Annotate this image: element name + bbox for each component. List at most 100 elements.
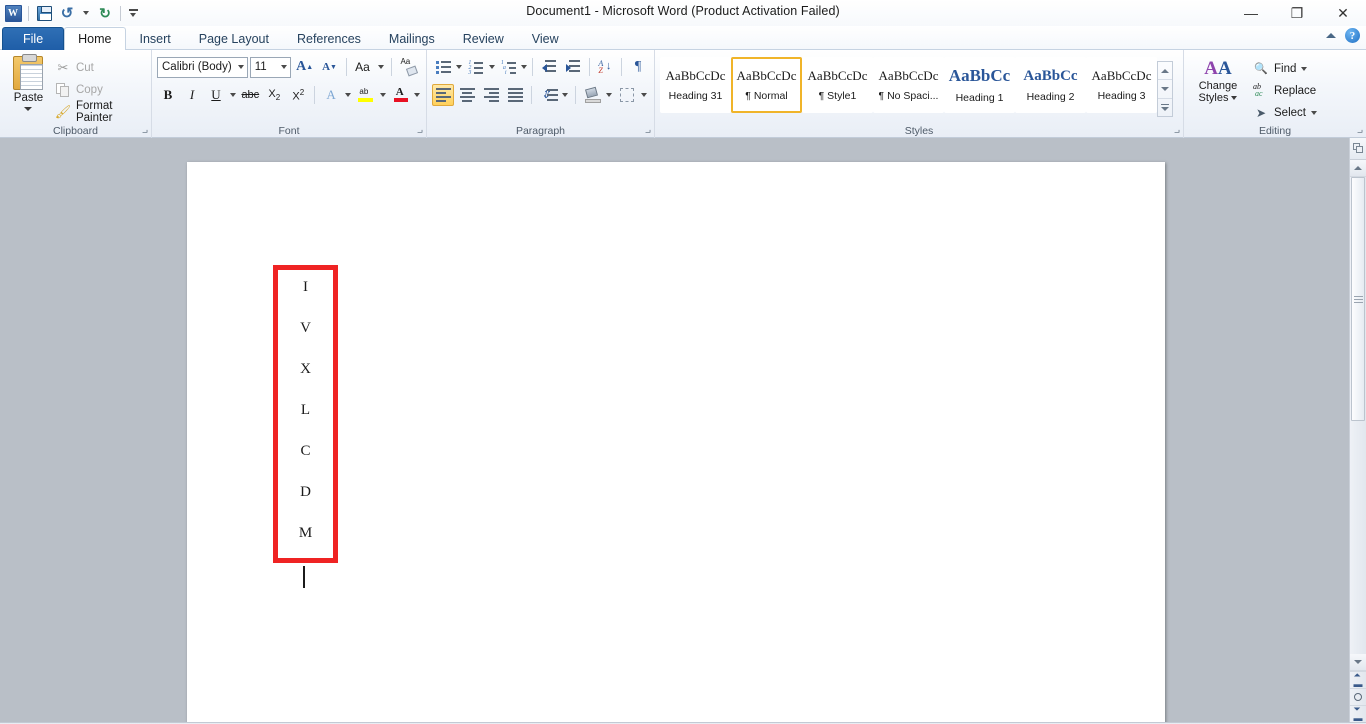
strikethrough-button[interactable]: abc [239, 84, 261, 106]
restore-button[interactable]: ❐ [1274, 0, 1320, 26]
align-left-button[interactable] [432, 84, 454, 106]
style-item-heading31[interactable]: AaBbCcDc Heading 31 [660, 57, 731, 113]
shrink-font-button[interactable]: A▼ [319, 56, 341, 78]
borders-dropdown[interactable] [640, 84, 649, 106]
text-effects-dropdown[interactable] [344, 84, 352, 106]
highlight-color-button[interactable]: ab [354, 84, 376, 106]
chevron-down-icon[interactable] [1311, 111, 1317, 115]
style-item-heading3[interactable]: AaBbCcDc Heading 3 [1086, 57, 1157, 113]
multilevel-list-dropdown[interactable] [521, 56, 527, 78]
shading-button[interactable] [581, 84, 603, 106]
tab-references[interactable]: References [283, 27, 375, 50]
numbering-dropdown[interactable] [488, 56, 494, 78]
show-formatting-marks-button[interactable]: ¶ [627, 56, 649, 78]
tab-home[interactable]: Home [64, 27, 125, 50]
style-item-heading2[interactable]: AaBbCc Heading 2 [1015, 57, 1086, 113]
tab-page-layout[interactable]: Page Layout [185, 27, 283, 50]
help-icon[interactable]: ? [1345, 28, 1360, 43]
previous-page-button[interactable]: ⏶▬ [1350, 671, 1366, 688]
ribbon-group-clipboard: Paste ✂ Cut Copy 🖌 Format Painter Clipbo… [0, 50, 152, 138]
decrease-indent-icon [542, 60, 556, 74]
paste-label: Paste [14, 92, 43, 104]
underline-button[interactable]: U [205, 84, 227, 106]
document-page[interactable]: I V X L C D M [187, 162, 1165, 722]
tab-view[interactable]: View [518, 27, 573, 50]
document-line-2: V [273, 320, 338, 337]
subscript-button[interactable]: X2 [263, 84, 285, 106]
font-name-combobox[interactable]: Calibri (Body) [157, 57, 248, 78]
cut-button[interactable]: ✂ Cut [52, 59, 146, 77]
replace-button[interactable]: abac Replace [1253, 81, 1317, 100]
text-effects-button[interactable]: A [320, 84, 342, 106]
italic-button[interactable]: I [181, 84, 203, 106]
chevron-down-icon[interactable] [24, 107, 32, 111]
style-name: ¶ No Spaci... [879, 90, 939, 102]
scrollbar-thumb[interactable] [1351, 177, 1365, 421]
paragraph-dialog-launcher[interactable] [640, 125, 651, 136]
split-window-icon [1353, 143, 1364, 154]
align-center-button[interactable] [456, 84, 478, 106]
replace-label: Replace [1274, 85, 1316, 97]
select-button[interactable]: ➤ Select [1253, 103, 1317, 122]
next-page-button[interactable]: ⏷▬ [1350, 705, 1366, 722]
style-item-no-spacing[interactable]: AaBbCcDc ¶ No Spaci... [873, 57, 944, 113]
tab-insert[interactable]: Insert [126, 27, 185, 50]
tab-file[interactable]: File [2, 27, 64, 50]
document-area[interactable]: I V X L C D M [0, 138, 1366, 722]
grow-font-button[interactable]: A▲ [293, 56, 317, 78]
highlight-dropdown[interactable] [378, 84, 386, 106]
multilevel-list-button[interactable]: 1 a i [497, 56, 519, 78]
scrollbar-track[interactable] [1350, 177, 1366, 654]
styles-more-button[interactable] [1158, 99, 1172, 116]
italic-icon: I [190, 87, 194, 103]
change-case-dropdown[interactable] [375, 56, 385, 78]
clear-formatting-button[interactable]: Aa [396, 56, 421, 78]
font-color-dropdown[interactable] [413, 84, 421, 106]
bullets-dropdown[interactable] [456, 56, 462, 78]
clipboard-dialog-launcher[interactable] [137, 125, 148, 136]
sort-button[interactable]: AZ↓ [594, 56, 616, 78]
justify-button[interactable] [504, 84, 526, 106]
scroll-up-button[interactable] [1350, 160, 1366, 177]
decrease-indent-button[interactable] [538, 56, 560, 78]
increase-indent-button[interactable] [562, 56, 584, 78]
borders-button[interactable] [616, 84, 638, 106]
style-item-heading1[interactable]: AaBbCc Heading 1 [944, 57, 1015, 113]
styles-dialog-launcher[interactable] [1169, 125, 1180, 136]
line-spacing-button[interactable]: ⇕ [537, 84, 559, 106]
styles-scroll-down-button[interactable] [1158, 80, 1172, 98]
style-item-style1[interactable]: AaBbCcDc ¶ Style1 [802, 57, 873, 113]
find-button[interactable]: 🔍 Find [1253, 59, 1317, 78]
paste-icon [13, 56, 43, 90]
close-button[interactable]: ✕ [1320, 0, 1366, 26]
tab-mailings[interactable]: Mailings [375, 27, 449, 50]
font-dialog-launcher[interactable] [412, 125, 423, 136]
line-spacing-dropdown[interactable] [561, 84, 570, 106]
font-size-combobox[interactable]: 11 [250, 57, 291, 78]
align-right-button[interactable] [480, 84, 502, 106]
vertical-scrollbar[interactable]: ⏶▬ ⏷▬ [1349, 138, 1366, 722]
copy-button[interactable]: Copy [52, 81, 146, 99]
bullets-button[interactable] [432, 56, 454, 78]
numbering-button[interactable]: 1 2 3 [464, 56, 486, 78]
minimize-button[interactable]: — [1228, 0, 1274, 26]
style-item-normal[interactable]: AaBbCcDc ¶ Normal [731, 57, 802, 113]
scroll-down-button[interactable] [1350, 654, 1366, 671]
align-right-icon [484, 88, 499, 102]
font-color-button[interactable]: A [389, 84, 411, 106]
format-painter-button[interactable]: 🖌 Format Painter [52, 103, 146, 121]
styles-scroll-up-button[interactable] [1158, 62, 1172, 80]
shading-dropdown[interactable] [605, 84, 614, 106]
select-browse-object-button[interactable] [1350, 688, 1366, 705]
tab-review[interactable]: Review [449, 27, 518, 50]
underline-dropdown[interactable] [229, 84, 237, 106]
change-styles-label-line1: Change [1199, 80, 1238, 92]
align-left-icon [436, 88, 451, 102]
chevron-down-icon[interactable] [1301, 67, 1307, 71]
split-window-button[interactable] [1350, 138, 1366, 160]
change-case-button[interactable]: Aa [351, 56, 373, 78]
superscript-button[interactable]: X2 [287, 84, 309, 106]
chevron-up-icon[interactable] [1326, 33, 1336, 38]
style-name: Heading 3 [1098, 90, 1146, 102]
bold-button[interactable]: B [157, 84, 179, 106]
